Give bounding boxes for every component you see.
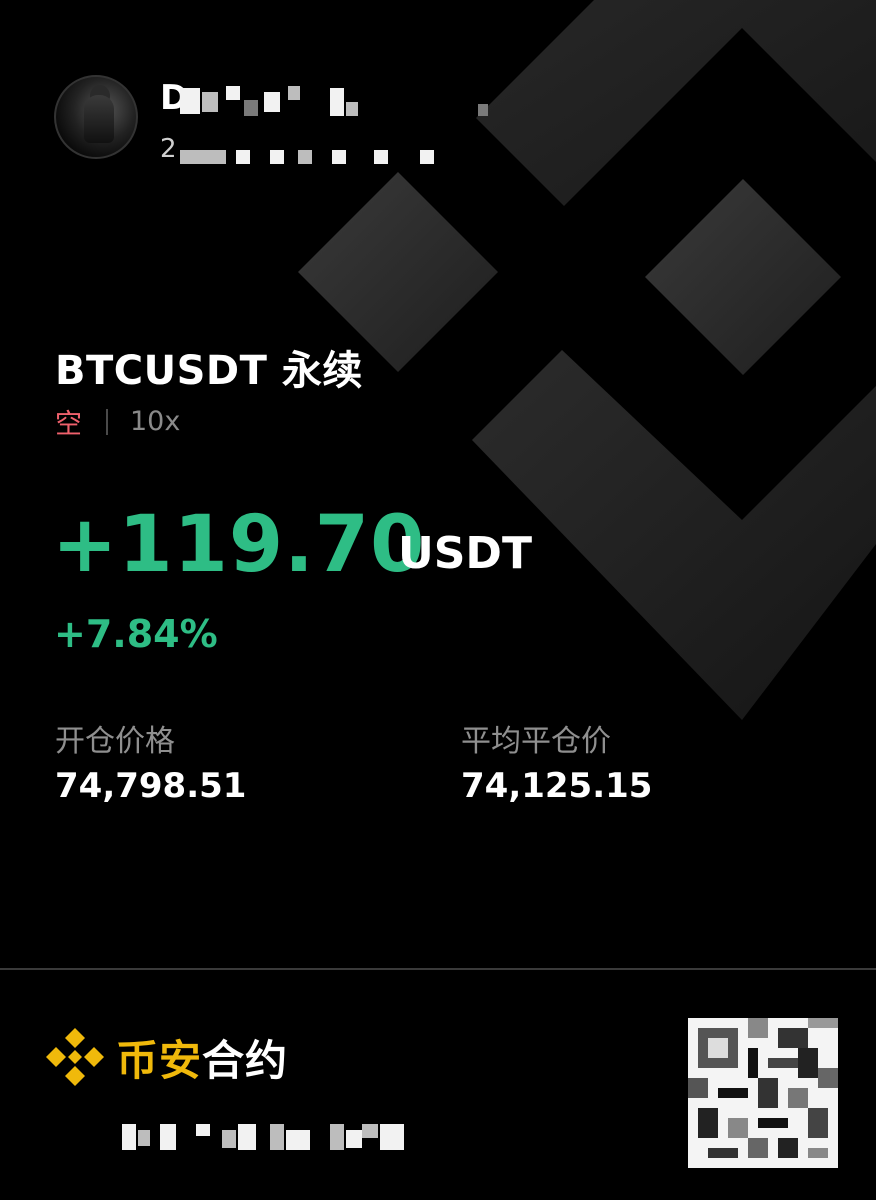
username-mosaic <box>346 102 358 116</box>
avatar-figure-shape <box>84 95 114 143</box>
username-mosaic <box>264 92 280 112</box>
side-leverage-row: 空 10x <box>55 402 180 441</box>
pnl-value: +119.70 <box>52 500 426 590</box>
referral-mosaic <box>238 1124 256 1150</box>
username-mosaic <box>180 88 200 114</box>
referral-mosaic <box>160 1124 176 1150</box>
roi-percent: +7.84% <box>54 612 218 656</box>
referral-mosaic <box>362 1124 378 1138</box>
entry-price-label: 开仓价格 <box>55 724 175 759</box>
user-id-mosaic <box>332 150 346 164</box>
user-id-mosaic <box>420 150 434 164</box>
username-mosaic <box>244 100 258 116</box>
close-price-value: 74,125.15 <box>461 766 653 806</box>
footer-divider <box>0 968 876 970</box>
leverage-label: 10x <box>130 406 181 437</box>
user-id: 2 <box>160 134 177 164</box>
contract-symbol: BTCUSDT 永续 <box>55 348 363 394</box>
close-price-label: 平均平仓价 <box>461 724 611 759</box>
brand-name-yellow: 币安 <box>116 1035 203 1085</box>
user-id-mosaic <box>298 150 312 164</box>
referral-mosaic <box>346 1130 362 1148</box>
user-id-mosaic <box>270 150 284 164</box>
referral-mosaic <box>270 1124 284 1150</box>
username-mosaic <box>202 92 218 112</box>
position-side-label: 空 <box>55 409 82 440</box>
referral-mosaic <box>330 1124 344 1150</box>
user-id-mosaic <box>374 150 388 164</box>
referral-mosaic <box>122 1124 136 1150</box>
qr-pattern-icon <box>688 1018 838 1158</box>
username-mosaic <box>288 86 300 100</box>
referral-mosaic <box>222 1130 236 1148</box>
entry-price-value: 74,798.51 <box>55 766 247 806</box>
avatar[interactable] <box>54 75 138 159</box>
user-id-mosaic <box>180 150 226 164</box>
brand-logo: 币安合约 <box>44 1026 288 1088</box>
qr-code[interactable] <box>688 1018 838 1168</box>
referral-mosaic <box>196 1124 210 1136</box>
brand-name: 币安合约 <box>116 1027 288 1088</box>
referral-mosaic <box>138 1130 150 1146</box>
user-id-mosaic <box>236 150 250 164</box>
username-mosaic <box>330 88 344 116</box>
binance-logo-icon <box>46 1028 104 1086</box>
brand-name-white: 合约 <box>202 1035 289 1085</box>
referral-mosaic <box>380 1124 404 1150</box>
username-mosaic <box>478 104 488 116</box>
referral-mosaic <box>286 1130 310 1150</box>
divider <box>106 408 108 435</box>
username-mosaic <box>226 86 240 100</box>
pnl-unit: USDT <box>398 528 532 579</box>
